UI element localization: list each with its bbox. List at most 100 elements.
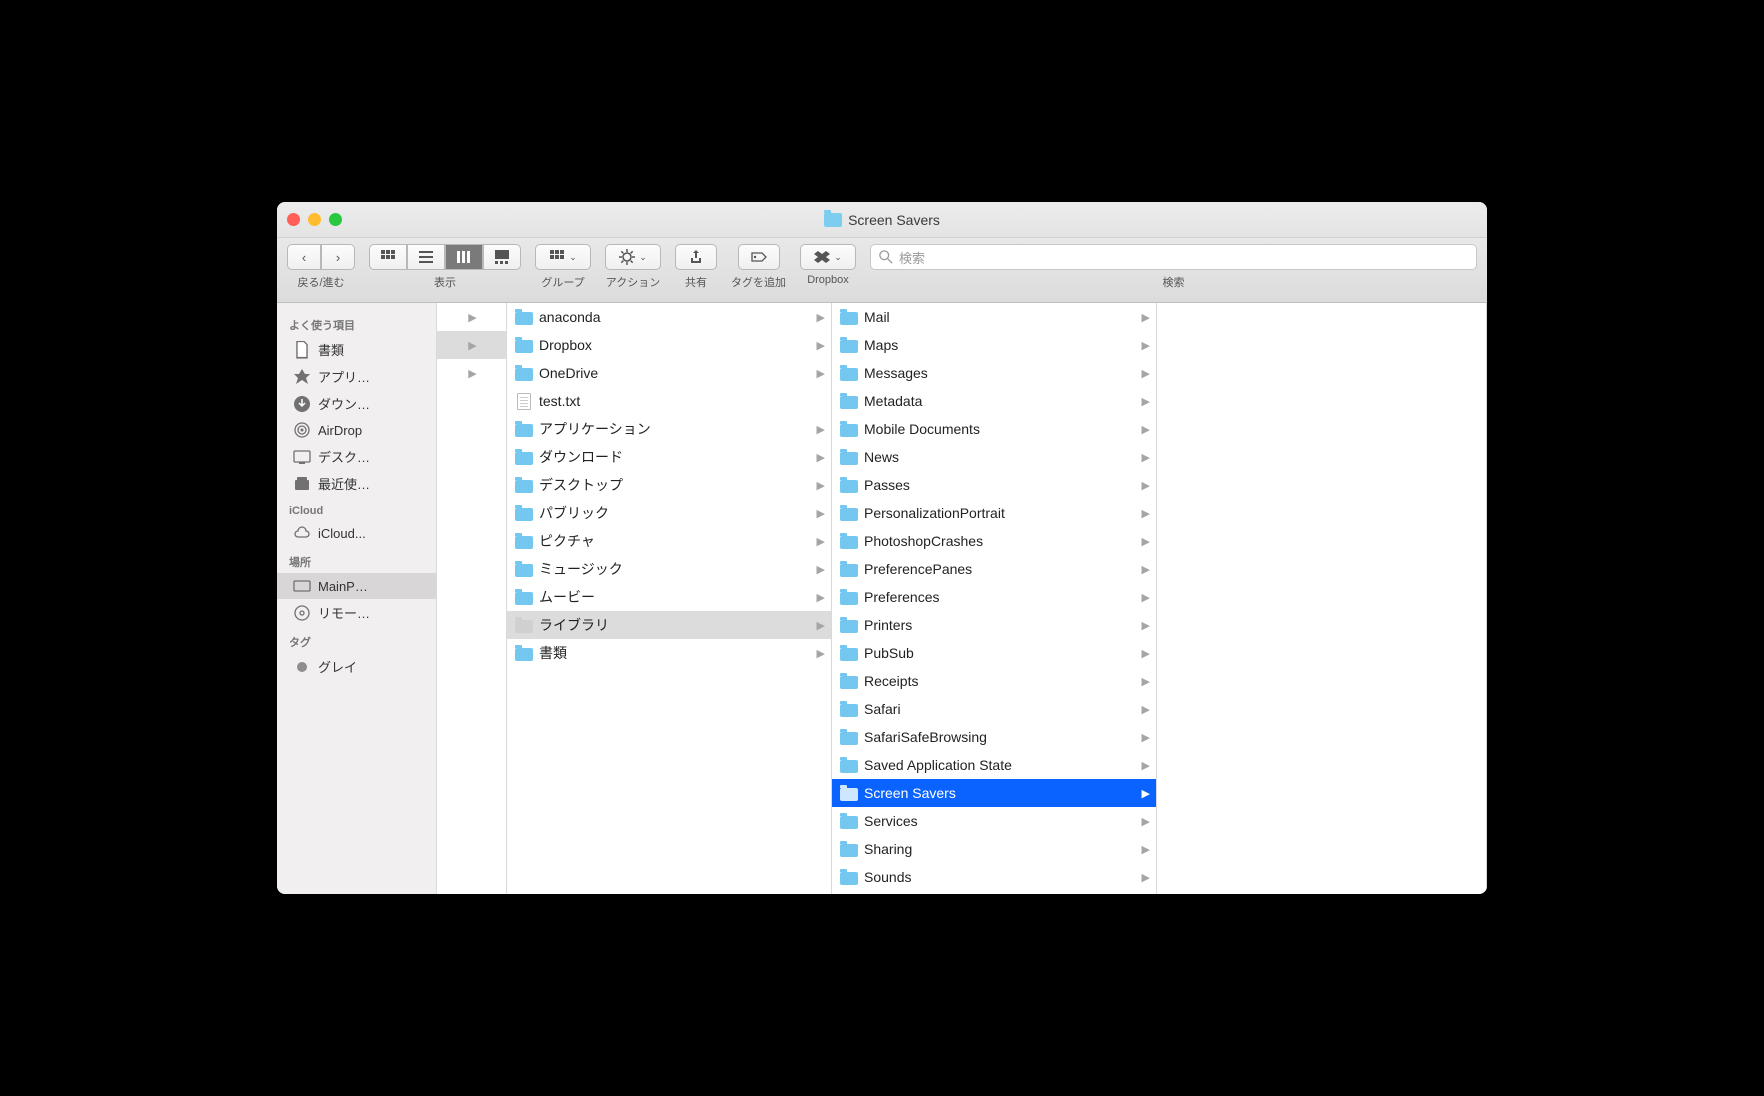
list-item[interactable]: Mobile Documents▶ bbox=[832, 415, 1156, 443]
list-item[interactable]: Mail ▶ bbox=[832, 303, 1156, 331]
sidebar-icloud[interactable]: iCloud... bbox=[277, 520, 436, 546]
sidebar-documents[interactable]: 書類 bbox=[277, 336, 436, 363]
list-item[interactable]: Screen Savers▶ bbox=[832, 779, 1156, 807]
icloud-header: iCloud bbox=[277, 497, 436, 520]
list-item[interactable]: パブリック▶ bbox=[507, 499, 831, 527]
list-item[interactable]: ▶ bbox=[437, 303, 506, 331]
list-item[interactable]: Sounds ▶ bbox=[832, 863, 1156, 891]
list-item[interactable]: Printers▶ bbox=[832, 611, 1156, 639]
share-button[interactable] bbox=[675, 244, 717, 270]
chevron-right-icon: ▶ bbox=[817, 591, 825, 604]
view-column-button[interactable] bbox=[445, 244, 483, 270]
chevron-right-icon: ▶ bbox=[1142, 339, 1150, 352]
sidebar-tag-grey[interactable]: グレイ bbox=[277, 653, 436, 680]
list-item[interactable]: ダウンロード▶ bbox=[507, 443, 831, 471]
tags-button[interactable] bbox=[738, 244, 780, 270]
list-item[interactable]: Maps▶ bbox=[832, 331, 1156, 359]
list-item[interactable]: Dropbox▶ bbox=[507, 331, 831, 359]
list-item[interactable]: Services▶ bbox=[832, 807, 1156, 835]
chevron-right-icon: ▶ bbox=[1142, 479, 1150, 492]
item-label: Preferences bbox=[864, 589, 939, 605]
item-label: ピクチャ bbox=[539, 531, 595, 551]
computer-icon bbox=[293, 577, 311, 595]
sidebar-airdrop[interactable]: AirDrop bbox=[277, 417, 436, 443]
item-label: アプリケーション bbox=[539, 419, 651, 439]
chevron-right-icon: ▶ bbox=[817, 423, 825, 436]
list-item[interactable]: PreferencePanes▶ bbox=[832, 555, 1156, 583]
list-item[interactable]: ムービー ▶ bbox=[507, 583, 831, 611]
list-item[interactable]: Metadata▶ bbox=[832, 387, 1156, 415]
list-item[interactable]: test.txt bbox=[507, 387, 831, 415]
chevron-right-icon: ▶ bbox=[1142, 787, 1150, 800]
chevron-right-icon: ▶ bbox=[468, 367, 476, 380]
back-button[interactable]: ‹ bbox=[287, 244, 321, 270]
item-label: デスクトップ bbox=[539, 475, 623, 495]
sidebar-recents[interactable]: 最近使… bbox=[277, 470, 436, 497]
search-field[interactable]: 検索 bbox=[870, 244, 1477, 270]
list-item[interactable]: ピクチャ ▶ bbox=[507, 527, 831, 555]
chevron-right-icon: ▶ bbox=[817, 563, 825, 576]
column-browser: ▶ ▶ ▶ anaconda▶Dropbox▶OneDrive▶test.txt… bbox=[437, 303, 1487, 894]
group-button[interactable]: ⌄ bbox=[535, 244, 591, 270]
list-item[interactable]: OneDrive▶ bbox=[507, 359, 831, 387]
item-label: ムービー bbox=[539, 587, 595, 607]
search-icon bbox=[879, 250, 893, 264]
list-item[interactable]: アプリケーション ▶ bbox=[507, 415, 831, 443]
item-label: 書類 bbox=[539, 643, 567, 663]
chevron-right-icon: ▶ bbox=[1142, 815, 1150, 828]
list-item[interactable]: Messages▶ bbox=[832, 359, 1156, 387]
list-item[interactable]: デスクトップ ▶ bbox=[507, 471, 831, 499]
recents-icon bbox=[293, 475, 311, 493]
list-item[interactable]: Saved Application State▶ bbox=[832, 751, 1156, 779]
chevron-right-icon: ▶ bbox=[1142, 591, 1150, 604]
chevron-right-icon: ▶ bbox=[1142, 423, 1150, 436]
list-item[interactable]: SafariSafeBrowsing▶ bbox=[832, 723, 1156, 751]
list-item[interactable]: PhotoshopCrashes▶ bbox=[832, 527, 1156, 555]
chevron-right-icon: ▶ bbox=[1142, 675, 1150, 688]
sidebar-downloads[interactable]: ダウン… bbox=[277, 390, 436, 417]
list-item[interactable]: Passes▶ bbox=[832, 471, 1156, 499]
forward-button[interactable]: › bbox=[321, 244, 355, 270]
item-label: OneDrive bbox=[539, 365, 598, 381]
chevron-right-icon: ▶ bbox=[1142, 395, 1150, 408]
view-list-button[interactable] bbox=[407, 244, 445, 270]
sidebar-desktop[interactable]: デスク… bbox=[277, 443, 436, 470]
list-item[interactable]: anaconda▶ bbox=[507, 303, 831, 331]
item-label: Sounds bbox=[864, 869, 911, 885]
chevron-right-icon: ▶ bbox=[1142, 367, 1150, 380]
list-item[interactable]: Sharing▶ bbox=[832, 835, 1156, 863]
list-item[interactable]: ▶ bbox=[437, 359, 506, 387]
title-text: Screen Savers bbox=[848, 212, 940, 228]
list-item[interactable]: ライブラリ▶ bbox=[507, 611, 831, 639]
chevron-right-icon: ▶ bbox=[817, 479, 825, 492]
action-label: アクション bbox=[606, 274, 660, 290]
item-label: Mail bbox=[864, 309, 890, 325]
sidebar-mainp[interactable]: MainP… bbox=[277, 573, 436, 599]
chevron-right-icon: ▶ bbox=[817, 507, 825, 520]
list-item[interactable]: PersonalizationPortrait▶ bbox=[832, 499, 1156, 527]
chevron-right-icon: ▶ bbox=[1142, 871, 1150, 884]
chevron-right-icon: ▶ bbox=[817, 535, 825, 548]
item-label: PersonalizationPortrait bbox=[864, 505, 1005, 521]
item-label: Saved Application State bbox=[864, 757, 1012, 773]
view-gallery-button[interactable] bbox=[483, 244, 521, 270]
sidebar: よく使う項目 書類 アプリ… ダウン… AirDrop デスク… 最近使… iC… bbox=[277, 303, 437, 894]
list-item[interactable]: Preferences ▶ bbox=[832, 583, 1156, 611]
sidebar-applications[interactable]: アプリ… bbox=[277, 363, 436, 390]
list-item[interactable]: PubSub▶ bbox=[832, 639, 1156, 667]
dropbox-button[interactable]: ⌄ bbox=[800, 244, 856, 270]
chevron-right-icon: ▶ bbox=[817, 451, 825, 464]
list-item[interactable]: Receipts▶ bbox=[832, 667, 1156, 695]
action-button[interactable]: ⌄ bbox=[605, 244, 661, 270]
view-icon-button[interactable] bbox=[369, 244, 407, 270]
list-item[interactable]: ミュージック▶ bbox=[507, 555, 831, 583]
list-item[interactable]: 書類▶ bbox=[507, 639, 831, 667]
item-label: Sharing bbox=[864, 841, 912, 857]
list-item[interactable]: News▶ bbox=[832, 443, 1156, 471]
tag-dot-icon bbox=[293, 658, 311, 676]
list-item[interactable]: ▶ bbox=[437, 331, 506, 359]
list-item[interactable]: Safari▶ bbox=[832, 695, 1156, 723]
chevron-right-icon: ▶ bbox=[1142, 311, 1150, 324]
sidebar-remote[interactable]: リモー… bbox=[277, 599, 436, 626]
disc-icon bbox=[293, 604, 311, 622]
